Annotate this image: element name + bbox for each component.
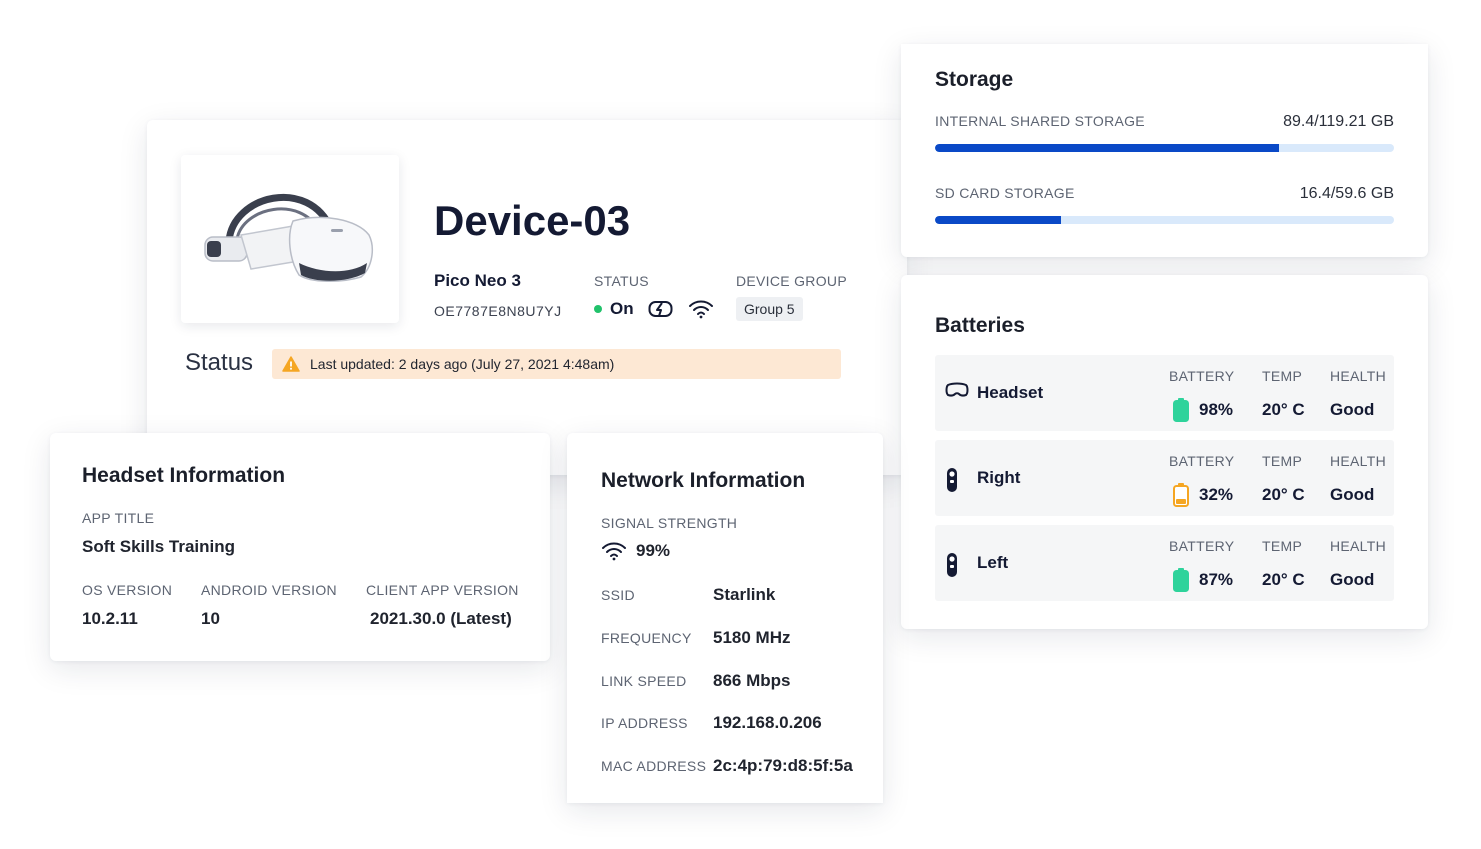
status-label: STATUS xyxy=(594,273,649,289)
device-model: Pico Neo 3 xyxy=(434,271,521,290)
battery-icon xyxy=(1173,483,1189,507)
controller-icon xyxy=(945,467,959,498)
battery-temp-value: 20° C xyxy=(1262,570,1305,589)
signal-strength-value: 99% xyxy=(636,541,671,560)
wifi-icon xyxy=(602,542,626,561)
network-row-label: SSID xyxy=(601,587,635,603)
client-app-version-label: CLIENT APP VERSION xyxy=(366,582,519,598)
network-row-value: 2c:4p:79:d8:5f:5a xyxy=(713,756,853,775)
battery-health-value: Good xyxy=(1330,400,1375,419)
battery-health-label: HEALTH xyxy=(1330,368,1386,384)
battery-device-name: Right xyxy=(977,468,1021,487)
storage-card: Storage INTERNAL SHARED STORAGE 89.4/119… xyxy=(901,44,1428,257)
battery-level-value: 98% xyxy=(1173,398,1233,422)
battery-device-name: Left xyxy=(977,553,1009,572)
network-row-mac-address: MAC ADDRESS 2c:4p:79:d8:5f:5a xyxy=(601,756,853,776)
storage-item-label: SD CARD STORAGE xyxy=(935,185,1075,201)
battery-level-label: BATTERY xyxy=(1169,538,1235,554)
storage-item-label: INTERNAL SHARED STORAGE xyxy=(935,113,1145,129)
network-row-label: LINK SPEED xyxy=(601,673,687,689)
battery-level-label: BATTERY xyxy=(1169,453,1235,469)
device-group-chip[interactable]: Group 5 xyxy=(736,297,803,321)
network-row-value: 866 Mbps xyxy=(713,671,791,690)
battery-row-right: Right BATTERY TEMP HEALTH 32% 20° C Good xyxy=(935,440,1394,516)
battery-row-left: Left BATTERY TEMP HEALTH 87% 20° C Good xyxy=(935,525,1394,601)
battery-health-label: HEALTH xyxy=(1330,538,1386,554)
storage-progress-bar xyxy=(935,144,1394,152)
battery-icon xyxy=(1173,398,1189,422)
network-row-ssid: SSID Starlink xyxy=(601,585,775,605)
vr-headset-image xyxy=(204,193,374,283)
status-row: On xyxy=(594,299,714,319)
app-title-value: Soft Skills Training xyxy=(82,537,236,556)
battery-level-value: 32% xyxy=(1173,483,1233,507)
battery-temp-value: 20° C xyxy=(1262,400,1305,419)
battery-health-label: HEALTH xyxy=(1330,453,1386,469)
network-row-ip-address: IP ADDRESS 192.168.0.206 xyxy=(601,713,822,733)
last-updated-banner: Last updated: 2 days ago (July 27, 2021 … xyxy=(272,349,841,379)
storage-progress-bar xyxy=(935,216,1394,224)
os-version-value: 10.2.11 xyxy=(82,609,138,628)
batteries-title: Batteries xyxy=(935,314,1025,337)
network-row-value: Starlink xyxy=(713,585,776,604)
network-information-card: Network Information SIGNAL STRENGTH 99% … xyxy=(567,433,883,803)
network-row-value: 192.168.0.206 xyxy=(713,713,822,732)
storage-item-sd-card: SD CARD STORAGE 16.4/59.6 GB xyxy=(935,185,1394,224)
battery-icon xyxy=(1173,568,1189,592)
controller-icon xyxy=(945,552,959,583)
headset-icon xyxy=(945,382,969,403)
signal-strength-label: SIGNAL STRENGTH xyxy=(601,515,738,531)
network-row-value: 5180 MHz xyxy=(713,628,791,647)
android-version-label: ANDROID VERSION xyxy=(201,582,337,598)
battery-percentage: 32% xyxy=(1199,485,1234,504)
battery-temp-value: 20° C xyxy=(1262,485,1305,504)
headset-information-title: Headset Information xyxy=(82,464,286,487)
device-name: Device-03 xyxy=(434,197,631,244)
battery-temp-label: TEMP xyxy=(1262,453,1303,469)
network-information-title: Network Information xyxy=(601,469,806,492)
device-group-label: DEVICE GROUP xyxy=(736,273,847,289)
signal-strength-row: 99% xyxy=(601,541,670,561)
battery-level-value: 87% xyxy=(1173,568,1233,592)
network-row-frequency: FREQUENCY 5180 MHz xyxy=(601,628,790,648)
device-serial: OE7787E8N8U7YJ xyxy=(434,303,562,319)
storage-item-amount: 16.4/59.6 GB xyxy=(1299,185,1394,202)
headset-information-card: Headset Information APP TITLE Soft Skill… xyxy=(50,433,550,661)
network-row-link-speed: LINK SPEED 866 Mbps xyxy=(601,671,790,691)
network-row-label: IP ADDRESS xyxy=(601,715,688,731)
battery-device-name: Headset xyxy=(977,383,1044,402)
battery-temp-label: TEMP xyxy=(1262,538,1303,554)
android-version-value: 10 xyxy=(201,609,220,628)
battery-health-value: Good xyxy=(1330,570,1375,589)
app-title-label: APP TITLE xyxy=(82,510,155,526)
storage-item-internal: INTERNAL SHARED STORAGE 89.4/119.21 GB xyxy=(935,113,1394,152)
warning-icon xyxy=(282,356,300,372)
storage-item-amount: 89.4/119.21 GB xyxy=(1283,113,1394,130)
wifi-icon xyxy=(688,300,713,319)
storage-progress-fill xyxy=(935,216,1062,224)
battery-level-label: BATTERY xyxy=(1169,368,1235,384)
network-row-label: FREQUENCY xyxy=(601,630,692,646)
storage-title: Storage xyxy=(935,68,1014,91)
sync-icon xyxy=(648,301,673,317)
battery-health-value: Good xyxy=(1330,485,1375,504)
client-app-version-value: 2021.30.0 (Latest) xyxy=(370,609,512,628)
network-row-label: MAC ADDRESS xyxy=(601,758,707,774)
battery-temp-label: TEMP xyxy=(1262,368,1303,384)
status-dot-icon xyxy=(594,305,602,313)
device-image xyxy=(181,155,399,323)
device-card: Device-03 Pico Neo 3 OE7787E8N8U7YJ STAT… xyxy=(147,120,907,475)
os-version-label: OS VERSION xyxy=(82,582,173,598)
battery-row-headset: Headset BATTERY TEMP HEALTH 98% 20° C Good xyxy=(935,355,1394,431)
battery-percentage: 98% xyxy=(1199,400,1234,419)
storage-progress-fill xyxy=(935,144,1280,152)
status-value: On xyxy=(610,299,634,318)
last-updated-text: Last updated: 2 days ago (July 27, 2021 … xyxy=(310,356,615,372)
battery-percentage: 87% xyxy=(1199,570,1234,589)
batteries-card: Batteries Headset BATTERY TEMP HEALTH 98% 20°… xyxy=(901,275,1428,629)
status-heading: Status xyxy=(185,349,254,376)
